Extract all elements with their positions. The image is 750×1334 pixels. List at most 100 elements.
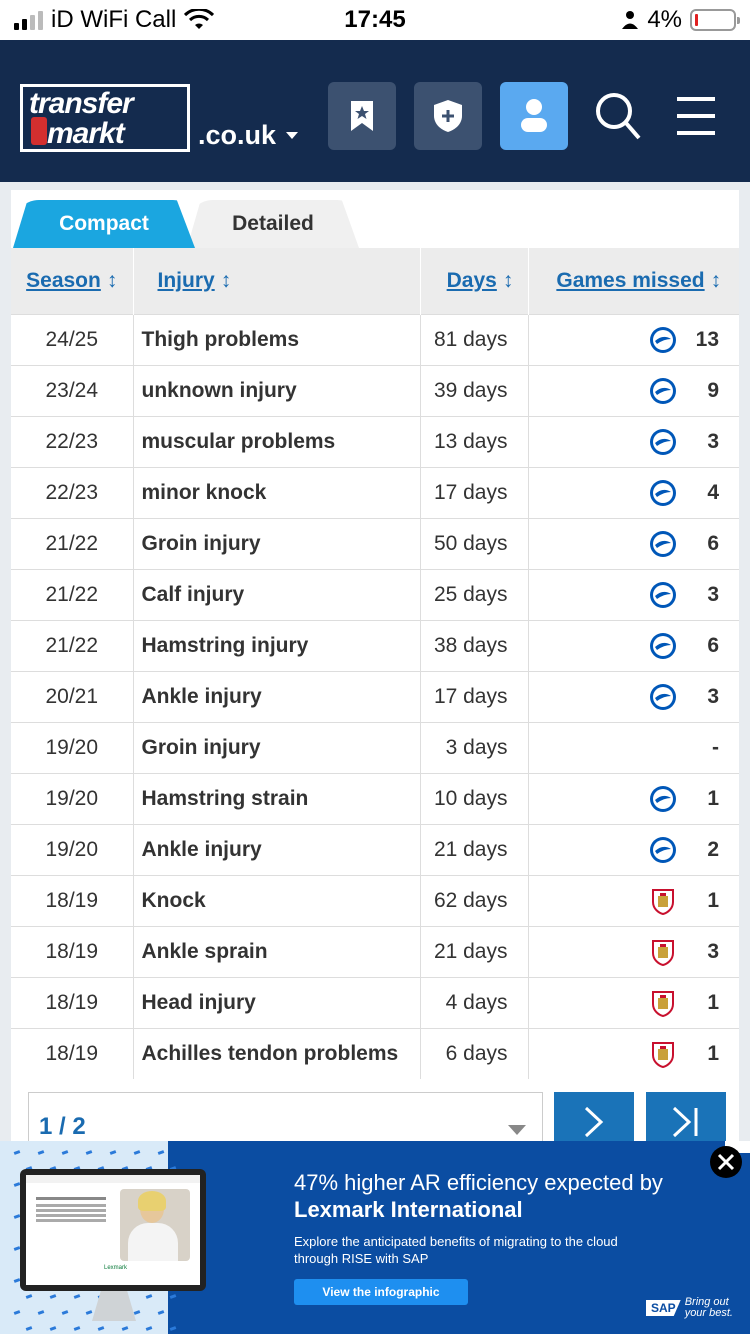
sort-games-header[interactable]: Games missed ↕: [528, 248, 739, 314]
status-right: 4%: [621, 6, 740, 34]
account-button[interactable]: [500, 82, 568, 150]
season-cell: 19/20: [11, 721, 134, 773]
season-cell: 24/25: [11, 313, 134, 365]
games-missed-cell: 3: [528, 415, 739, 467]
chevron-right-icon: [584, 1106, 604, 1138]
injury-cell: Groin injury: [133, 517, 421, 569]
games-missed-value: -: [712, 735, 719, 759]
brighton-crest-icon[interactable]: [649, 785, 677, 813]
season-cell: 19/20: [11, 823, 134, 875]
close-icon: [717, 1153, 735, 1171]
games-missed-cell: 3: [528, 670, 739, 722]
domain-selector[interactable]: .co.uk: [198, 120, 299, 151]
games-missed-cell: 1: [528, 976, 739, 1028]
battery-icon: [690, 9, 740, 31]
brighton-crest-icon[interactable]: [649, 632, 677, 660]
table-row: 19/20 Groin injury 3 days -: [11, 721, 739, 773]
logo-line-1: transfer: [29, 87, 134, 120]
days-cell: 17 days: [420, 670, 529, 722]
ad-tagline: Bring out your best.: [684, 1296, 733, 1319]
bristol-city-crest-icon[interactable]: [649, 989, 677, 1017]
injury-cell: Ankle injury: [133, 823, 421, 875]
games-missed-value: 1: [707, 888, 719, 912]
days-cell: 21 days: [420, 823, 529, 875]
days-cell: 13 days: [420, 415, 529, 467]
bristol-city-crest-icon[interactable]: [649, 938, 677, 966]
days-cell: 39 days: [420, 364, 529, 416]
advertisement-banner[interactable]: Lexmark 47% higher AR efficiency expecte…: [0, 1141, 750, 1334]
bristol-city-crest-icon[interactable]: [649, 1040, 677, 1068]
view-tabs: Detailed Compact: [11, 190, 739, 248]
close-ad-button[interactable]: [710, 1146, 742, 1178]
sort-season-header[interactable]: Season ↕: [11, 248, 134, 314]
ad-brand: SAP Bring out your best.: [646, 1297, 741, 1319]
injury-cell: Knock: [133, 874, 421, 926]
menu-icon: [677, 97, 715, 135]
tab-compact[interactable]: Compact: [13, 200, 195, 248]
season-cell: 23/24: [11, 364, 134, 416]
menu-button[interactable]: [670, 90, 722, 142]
brighton-crest-icon[interactable]: [649, 377, 677, 405]
sort-injury-header[interactable]: Injury ↕: [133, 248, 421, 314]
brighton-crest-icon[interactable]: [649, 581, 677, 609]
days-cell: 17 days: [420, 466, 529, 518]
injury-cell: Groin injury: [133, 721, 421, 773]
injury-cell: Thigh problems: [133, 313, 421, 365]
injury-cell: Ankle sprain: [133, 925, 421, 977]
games-missed-value: 6: [707, 633, 719, 657]
games-missed-cell: 1: [528, 772, 739, 824]
season-cell: 21/22: [11, 517, 134, 569]
injury-cell: unknown injury: [133, 364, 421, 416]
sort-icon: ↕: [220, 268, 232, 292]
games-missed-cell: 1: [528, 1027, 739, 1079]
table-header-row: Season ↕ Injury ↕ Days ↕ Games missed ↕: [11, 248, 739, 314]
brighton-crest-icon[interactable]: [649, 428, 677, 456]
season-cell: 18/19: [11, 874, 134, 926]
table-row: 20/21 Ankle injury 17 days 3: [11, 670, 739, 722]
season-cell: 18/19: [11, 976, 134, 1028]
status-bar: iD WiFi Call 17:45 4%: [0, 0, 750, 40]
games-missed-cell: 1: [528, 874, 739, 926]
brighton-crest-icon[interactable]: [649, 683, 677, 711]
shield-plus-icon: [434, 100, 462, 132]
watchlist-button[interactable]: [328, 82, 396, 150]
search-button[interactable]: [592, 90, 644, 142]
brighton-crest-icon[interactable]: [649, 326, 677, 354]
injury-history-card: Detailed Compact Season ↕ Injury ↕ Days ↕ G…: [11, 190, 739, 1152]
brighton-crest-icon[interactable]: [649, 530, 677, 558]
days-cell: 3 days: [420, 721, 529, 773]
games-missed-cell: 4: [528, 466, 739, 518]
search-icon: [596, 93, 641, 140]
sort-days-header[interactable]: Days ↕: [420, 248, 529, 314]
brighton-crest-icon[interactable]: [649, 479, 677, 507]
transfermarkt-logo[interactable]: transfer markt: [20, 84, 190, 152]
injury-cell: Hamstring injury: [133, 619, 421, 671]
season-cell: 22/23: [11, 466, 134, 518]
games-missed-value: 1: [707, 786, 719, 810]
table-row: 19/20 Hamstring strain 10 days 1: [11, 772, 739, 824]
days-cell: 6 days: [420, 1027, 529, 1079]
injury-cell: muscular problems: [133, 415, 421, 467]
ad-monitor-image: Lexmark: [20, 1169, 206, 1291]
days-cell: 62 days: [420, 874, 529, 926]
season-cell: 18/19: [11, 925, 134, 977]
dropdown-arrow-icon: [508, 1125, 526, 1135]
season-cell: 22/23: [11, 415, 134, 467]
table-row: 21/22 Groin injury 50 days 6: [11, 517, 739, 569]
injury-table: Season ↕ Injury ↕ Days ↕ Games missed ↕ 24/2…: [11, 248, 739, 1079]
games-missed-value: 4: [707, 480, 719, 504]
ad-cta-button[interactable]: View the infographic: [294, 1279, 468, 1305]
tab-detailed[interactable]: Detailed: [187, 200, 359, 248]
games-missed-cell: 6: [528, 517, 739, 569]
season-cell: 19/20: [11, 772, 134, 824]
table-row: 22/23 muscular problems 13 days 3: [11, 415, 739, 467]
brighton-crest-icon[interactable]: [649, 836, 677, 864]
bristol-city-crest-icon[interactable]: [649, 887, 677, 915]
last-page-icon: [672, 1106, 698, 1138]
games-missed-value: 2: [707, 837, 719, 861]
table-row: 23/24 unknown injury 39 days 9: [11, 364, 739, 416]
protection-button[interactable]: [414, 82, 482, 150]
games-missed-cell: 3: [528, 568, 739, 620]
injury-cell: Ankle injury: [133, 670, 421, 722]
games-missed-value: 13: [695, 327, 719, 351]
